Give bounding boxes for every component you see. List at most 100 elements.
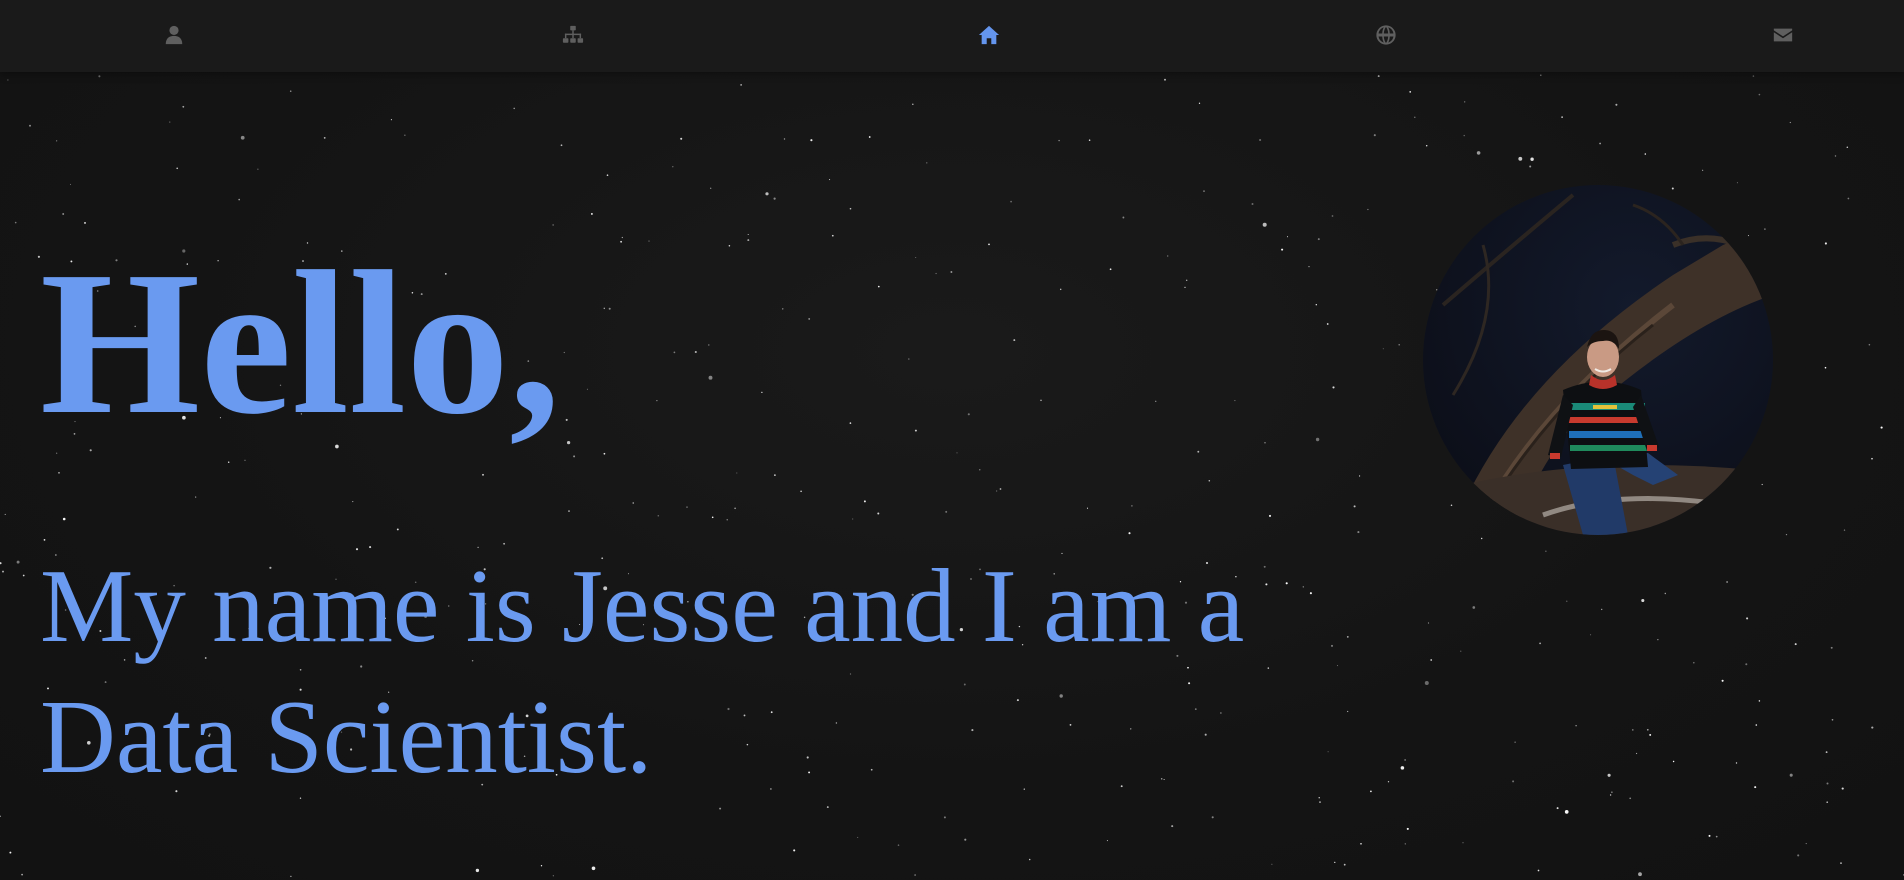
star xyxy=(912,103,914,105)
star xyxy=(1398,343,1400,346)
sitemap-icon xyxy=(562,25,584,43)
star xyxy=(979,469,981,471)
star xyxy=(1208,480,1211,482)
star xyxy=(1824,242,1827,245)
star xyxy=(1414,116,1416,119)
star xyxy=(1155,400,1157,402)
star xyxy=(1271,863,1273,865)
star xyxy=(672,166,674,168)
star xyxy=(1764,228,1766,230)
profile-photo xyxy=(1423,185,1773,535)
star xyxy=(826,806,829,809)
nav-projects-link[interactable] xyxy=(556,18,590,52)
star xyxy=(1671,187,1674,190)
star xyxy=(238,198,240,201)
star xyxy=(1644,153,1647,155)
star xyxy=(935,272,937,275)
nav-home-link[interactable] xyxy=(972,18,1006,52)
star xyxy=(603,452,606,455)
star xyxy=(914,874,916,876)
star xyxy=(396,528,399,531)
star xyxy=(868,136,871,138)
star xyxy=(1268,514,1272,517)
star xyxy=(1171,825,1174,828)
star xyxy=(84,221,86,224)
star xyxy=(1406,827,1409,830)
home-icon xyxy=(978,25,1000,45)
star xyxy=(1462,842,1464,844)
star xyxy=(1761,483,1763,486)
star xyxy=(1789,773,1793,777)
star xyxy=(1251,203,1254,205)
star xyxy=(1164,78,1166,81)
nav-globe-link[interactable] xyxy=(1369,18,1403,52)
star xyxy=(1286,236,1289,238)
star xyxy=(1264,442,1266,444)
star xyxy=(967,413,970,416)
star xyxy=(680,137,683,140)
star xyxy=(726,519,728,521)
star xyxy=(608,307,611,310)
star xyxy=(1566,600,1568,602)
star xyxy=(169,121,171,123)
star xyxy=(244,459,246,461)
star xyxy=(1331,215,1334,217)
star xyxy=(1353,505,1356,508)
star xyxy=(1752,75,1755,77)
star xyxy=(656,399,658,402)
star xyxy=(182,105,185,108)
star xyxy=(1664,592,1667,595)
star xyxy=(773,197,776,200)
star xyxy=(1369,790,1372,793)
star xyxy=(1545,550,1547,552)
star xyxy=(1334,861,1336,864)
star xyxy=(1184,286,1186,289)
hero-intro: My name is Jesse and I am a Data Scienti… xyxy=(40,547,1245,795)
star xyxy=(1357,531,1360,534)
star xyxy=(1824,366,1827,369)
star xyxy=(1841,787,1844,790)
star xyxy=(1109,268,1112,271)
star xyxy=(657,514,660,517)
star xyxy=(29,124,31,127)
star xyxy=(673,351,676,354)
star xyxy=(1745,663,1748,666)
star xyxy=(908,358,910,360)
star xyxy=(1540,74,1542,76)
star xyxy=(1360,842,1362,845)
star xyxy=(1010,200,1012,203)
star xyxy=(877,285,880,288)
star xyxy=(1611,791,1613,793)
star xyxy=(14,221,17,224)
star xyxy=(290,875,292,878)
star xyxy=(915,256,917,259)
star xyxy=(1315,437,1320,442)
star xyxy=(620,240,622,243)
star xyxy=(708,344,710,346)
star xyxy=(21,873,23,876)
star xyxy=(1649,733,1652,736)
star xyxy=(1831,718,1834,721)
star xyxy=(1632,729,1634,731)
star xyxy=(1326,323,1329,325)
star xyxy=(1463,134,1465,137)
star xyxy=(747,233,749,236)
star xyxy=(849,422,852,424)
star xyxy=(686,506,688,508)
star xyxy=(1450,504,1453,506)
star xyxy=(1826,782,1829,785)
star xyxy=(1203,190,1205,192)
star xyxy=(1464,101,1466,103)
star xyxy=(1315,304,1317,306)
star xyxy=(1346,635,1349,638)
star xyxy=(1646,728,1649,731)
nav-about-link[interactable] xyxy=(157,18,191,52)
star xyxy=(240,135,245,140)
star xyxy=(62,213,65,215)
star xyxy=(1638,872,1642,877)
star xyxy=(560,144,563,147)
star xyxy=(793,849,796,852)
star xyxy=(694,350,697,354)
nav-contact-link[interactable] xyxy=(1766,18,1800,52)
star xyxy=(1726,581,1728,583)
